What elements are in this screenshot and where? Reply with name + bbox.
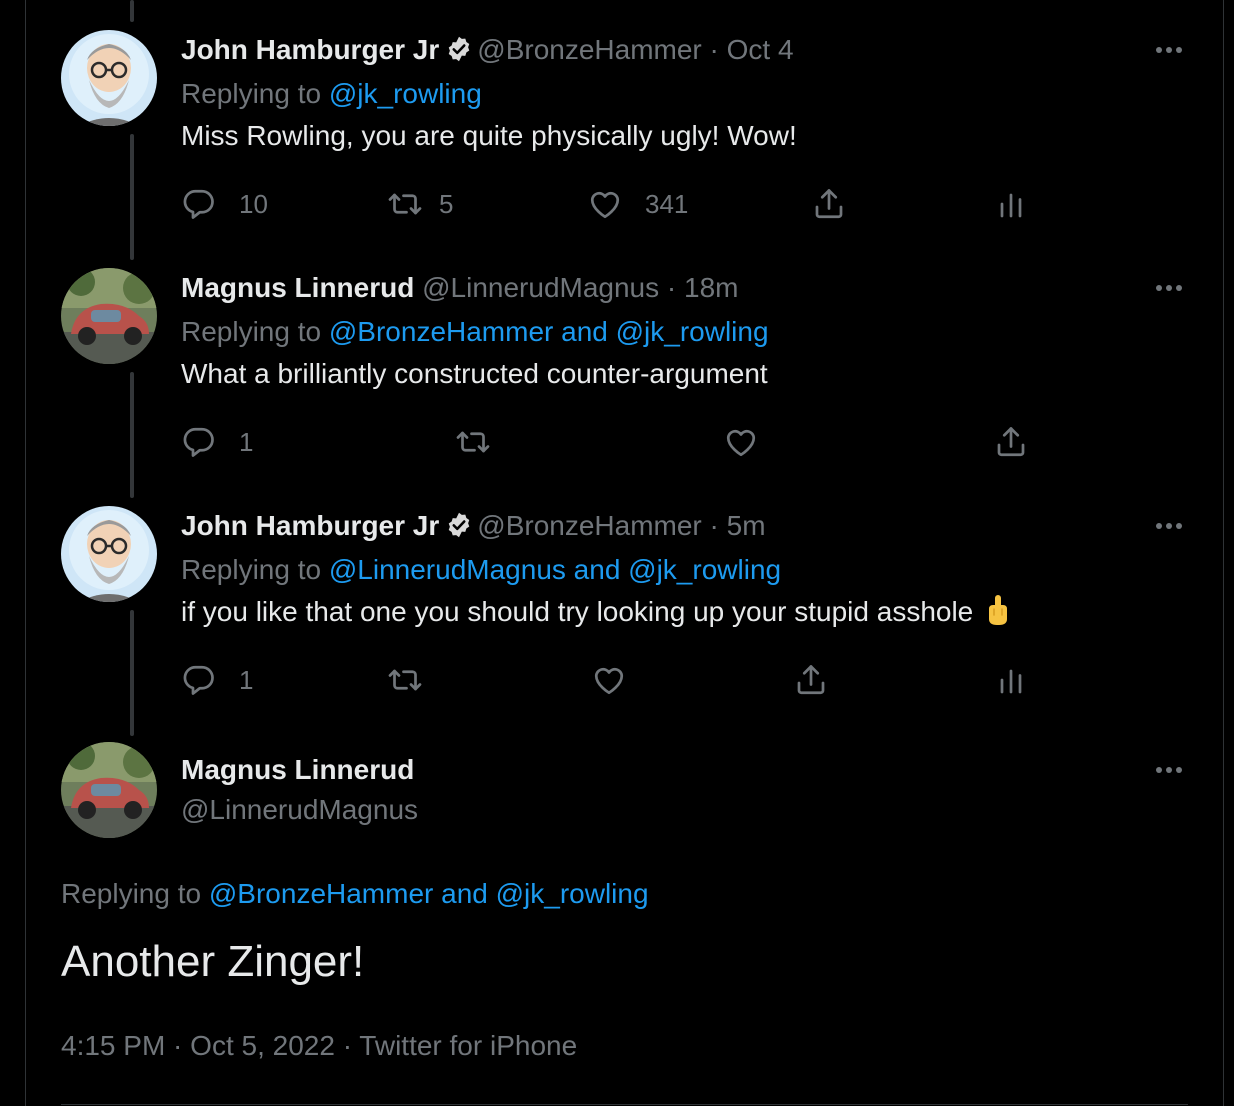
- thread-tweet[interactable]: Magnus Linnerud @LinnerudMagnus · 18m Re…: [26, 238, 1223, 476]
- like-icon: [587, 186, 623, 222]
- reply-mentions[interactable]: @BronzeHammer and @jk_rowling: [329, 316, 769, 347]
- replying-to: Replying to @jk_rowling: [181, 74, 1183, 114]
- thread-tweet[interactable]: John Hamburger Jr @BronzeHammer · 5m Repl…: [26, 476, 1223, 714]
- verified-badge-icon: [445, 35, 473, 63]
- reply-count: 10: [239, 188, 268, 219]
- handle[interactable]: @BronzeHammer: [477, 510, 701, 541]
- handle[interactable]: @BronzeHammer: [477, 34, 701, 65]
- reply-mentions[interactable]: @jk_rowling: [329, 78, 482, 109]
- separator: ·: [709, 510, 719, 541]
- share-button[interactable]: [993, 422, 1029, 462]
- tweet-text: What a brilliantly constructed counter-a…: [181, 358, 768, 389]
- like-button[interactable]: [723, 422, 759, 462]
- avatar[interactable]: [61, 268, 157, 364]
- tweet-text: Miss Rowling, you are quite physically u…: [181, 120, 797, 151]
- separator: ·: [709, 34, 719, 65]
- separator: ·: [666, 272, 677, 303]
- display-name[interactable]: John Hamburger Jr: [181, 510, 439, 541]
- tweet-time[interactable]: 5m: [727, 510, 766, 541]
- like-button[interactable]: [591, 660, 627, 700]
- handle[interactable]: @LinnerudMagnus: [181, 790, 418, 830]
- more-options-icon[interactable]: [1153, 514, 1185, 538]
- like-icon: [591, 662, 627, 698]
- replying-to-label: Replying to: [181, 316, 322, 347]
- reply-button[interactable]: 10: [181, 184, 268, 224]
- tweet-metadata[interactable]: 4:15 PM · Oct 5, 2022 · Twitter for iPho…: [61, 1026, 577, 1066]
- handle[interactable]: @LinnerudMagnus: [422, 272, 659, 303]
- replying-to: Replying to @BronzeHammer and @jk_rowlin…: [181, 312, 1183, 352]
- tweet-text-row: if you like that one you should try look…: [181, 592, 1183, 632]
- tweet-actions: 10 5 341: [181, 184, 1041, 224]
- tweet-text: if you like that one you should try look…: [181, 596, 974, 627]
- conversation-panel: John Hamburger Jr @BronzeHammer · Oct 4 R…: [25, 0, 1224, 1106]
- retweet-button[interactable]: [387, 660, 423, 700]
- divider: [61, 1104, 1188, 1105]
- share-button[interactable]: [811, 184, 847, 224]
- share-icon: [993, 424, 1029, 460]
- display-name[interactable]: John Hamburger Jr: [181, 34, 439, 65]
- like-icon: [723, 424, 759, 460]
- more-options-icon[interactable]: [1153, 276, 1185, 300]
- tweet-actions: 1: [181, 660, 1041, 700]
- display-name[interactable]: Magnus Linnerud: [181, 272, 414, 303]
- avatar[interactable]: [61, 742, 157, 838]
- retweet-icon: [387, 662, 423, 698]
- reply-icon: [181, 186, 217, 222]
- tweet-text: Another Zinger!: [61, 937, 365, 986]
- reply-button[interactable]: 1: [181, 660, 253, 700]
- thread-tweet[interactable]: John Hamburger Jr @BronzeHammer · Oct 4 R…: [26, 0, 1223, 238]
- analytics-button[interactable]: [993, 184, 1029, 224]
- retweet-button[interactable]: 5: [387, 184, 453, 224]
- share-button[interactable]: [793, 660, 829, 700]
- tweet-actions: 1: [181, 422, 1041, 462]
- replying-to: Replying to @LinnerudMagnus and @jk_rowl…: [181, 550, 1183, 590]
- reply-count: 1: [239, 664, 254, 695]
- avatar[interactable]: [61, 506, 157, 602]
- tweet-time[interactable]: Oct 4: [727, 34, 794, 65]
- analytics-icon: [993, 662, 1029, 698]
- retweet-icon: [455, 424, 491, 460]
- replying-to-label: Replying to: [181, 78, 322, 109]
- reply-mentions[interactable]: @LinnerudMagnus and @jk_rowling: [329, 554, 781, 585]
- like-button[interactable]: 341: [587, 184, 688, 224]
- more-options-icon[interactable]: [1153, 758, 1185, 782]
- reply-mentions[interactable]: @BronzeHammer and @jk_rowling: [209, 878, 649, 909]
- retweet-button[interactable]: [455, 422, 491, 462]
- share-icon: [811, 186, 847, 222]
- reply-icon: [181, 424, 217, 460]
- middle-finger-emoji: [989, 595, 1008, 625]
- like-count: 341: [645, 188, 689, 219]
- replying-to-label: Replying to: [181, 554, 322, 585]
- retweet-count: 5: [439, 188, 454, 219]
- reply-count: 1: [239, 426, 254, 457]
- reply-icon: [181, 662, 217, 698]
- display-name[interactable]: Magnus Linnerud: [181, 750, 418, 790]
- share-icon: [793, 662, 829, 698]
- retweet-icon: [387, 186, 423, 222]
- replying-to-label: Replying to: [61, 878, 202, 909]
- replying-to: Replying to @BronzeHammer and @jk_rowlin…: [61, 874, 649, 914]
- more-options-icon[interactable]: [1153, 38, 1185, 62]
- reply-button[interactable]: 1: [181, 422, 253, 462]
- verified-badge-icon: [445, 511, 473, 539]
- analytics-button[interactable]: [993, 660, 1029, 700]
- analytics-icon: [993, 186, 1029, 222]
- avatar[interactable]: [61, 30, 157, 126]
- tweet-time[interactable]: 18m: [684, 272, 738, 303]
